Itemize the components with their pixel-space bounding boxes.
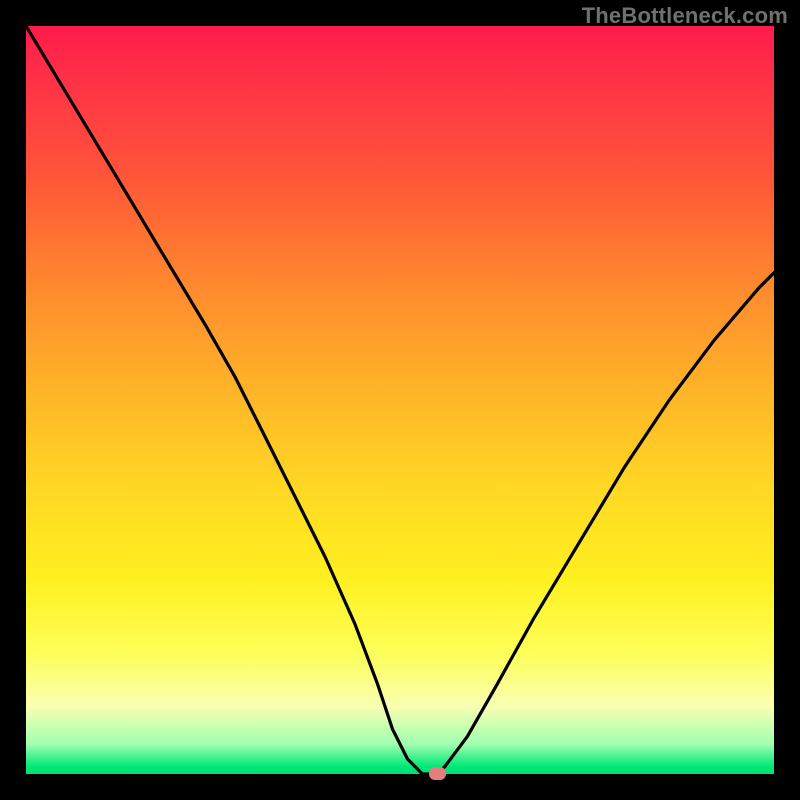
- chart-stage: TheBottleneck.com: [0, 0, 800, 800]
- line-series: [26, 26, 774, 774]
- bottleneck-curve-path: [26, 26, 774, 774]
- bottleneck-point-marker: [429, 767, 446, 780]
- plot-area: [26, 26, 774, 774]
- watermark-text: TheBottleneck.com: [582, 3, 788, 29]
